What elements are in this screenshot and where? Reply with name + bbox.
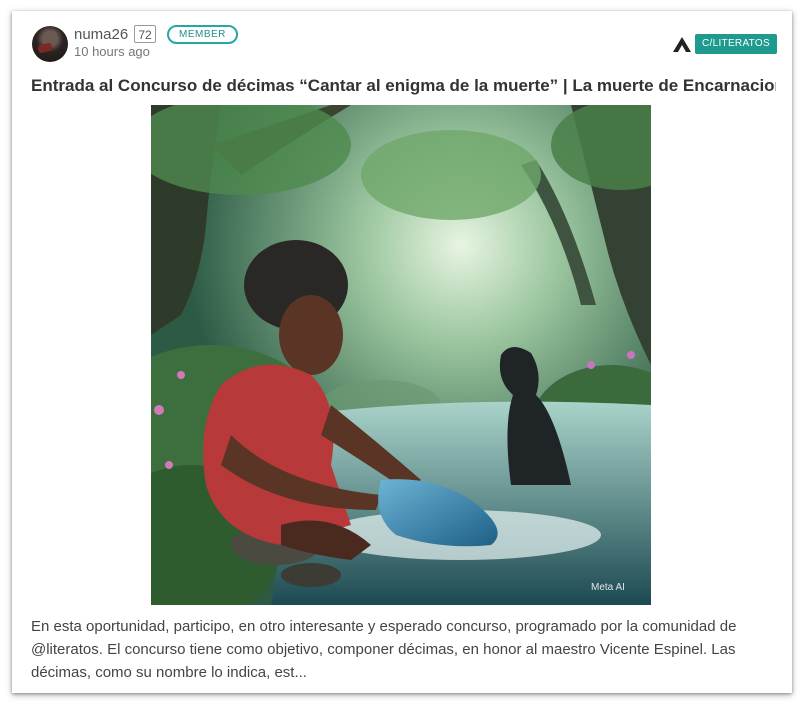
image-watermark: Meta AI [591, 582, 625, 593]
community-tag[interactable]: C/LITERATOS [695, 34, 777, 54]
avatar[interactable] [32, 26, 68, 62]
author-name[interactable]: numa26 [74, 26, 128, 43]
post-image[interactable]: Meta AI [151, 105, 651, 605]
community-peak-icon [673, 37, 691, 52]
post-card[interactable]: numa26 72 MEMBER 10 hours ago C/LITERATO… [12, 11, 792, 693]
member-badge: MEMBER [167, 25, 238, 44]
post-image-illustration: Meta AI [151, 105, 651, 605]
reputation-badge: 72 [134, 25, 156, 43]
post-title[interactable]: Entrada al Concurso de décimas “Cantar a… [31, 76, 776, 96]
post-excerpt[interactable]: En esta oportunidad, participo, en otro … [31, 615, 776, 684]
post-timestamp[interactable]: 10 hours ago [74, 44, 150, 59]
